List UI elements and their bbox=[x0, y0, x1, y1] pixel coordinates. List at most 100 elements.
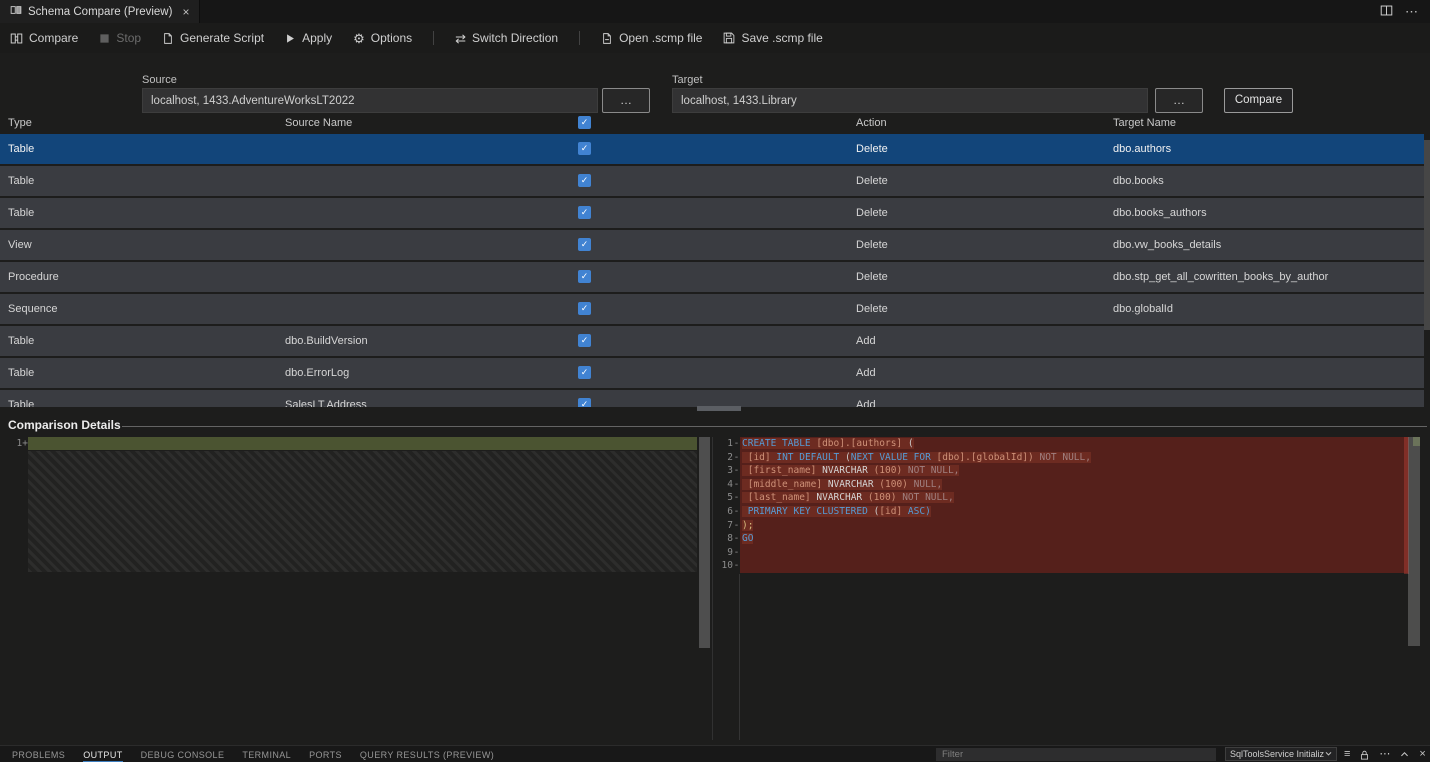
target-label: Target bbox=[672, 74, 703, 86]
close-panel-icon[interactable]: × bbox=[1419, 749, 1425, 760]
diff-code-line: 1-CREATE TABLE [dbo].[authors] ( bbox=[715, 437, 1408, 451]
scroll-lock-icon[interactable] bbox=[1359, 749, 1370, 761]
code-text: [last_name] NVARCHAR (100) NOT NULL, bbox=[740, 491, 1408, 505]
code-text: [id] INT DEFAULT (NEXT VALUE FOR [dbo].[… bbox=[740, 451, 1408, 465]
maximize-panel-icon[interactable] bbox=[1399, 749, 1410, 760]
schema-compare-icon bbox=[10, 4, 22, 19]
diff-left-scrollbar[interactable] bbox=[699, 437, 710, 648]
code-text: ); bbox=[740, 519, 1408, 533]
table-row[interactable]: TableDeletedbo.books✓ bbox=[0, 166, 1424, 196]
split-editor-icon[interactable] bbox=[1380, 4, 1393, 19]
tab-title: Schema Compare (Preview) bbox=[28, 6, 172, 18]
toolbar-button-label: Options bbox=[371, 31, 412, 45]
line-number: 5 bbox=[715, 491, 733, 505]
row-action: Delete bbox=[856, 230, 888, 260]
table-row[interactable]: ProcedureDeletedbo.stp_get_all_cowritten… bbox=[0, 262, 1424, 292]
row-type: Procedure bbox=[8, 262, 59, 292]
row-type: Table bbox=[8, 390, 34, 407]
target-browse-button[interactable]: … bbox=[1155, 88, 1203, 113]
row-target-name: dbo.globalId bbox=[1113, 294, 1173, 324]
row-type: Table bbox=[8, 326, 34, 356]
panel-more-actions-icon[interactable]: ⋯ bbox=[1379, 749, 1390, 760]
diff-right-scrollbar[interactable] bbox=[1408, 437, 1420, 646]
row-type: Table bbox=[8, 166, 34, 196]
bottom-panel-bar: PROBLEMS OUTPUT DEBUG CONSOLE TERMINAL PORTS… bbox=[0, 745, 1430, 762]
panel-tab-output[interactable]: OUTPUT bbox=[83, 746, 122, 762]
row-checkbox[interactable]: ✓ bbox=[578, 366, 591, 379]
row-checkbox[interactable]: ✓ bbox=[578, 398, 591, 407]
diff-added-line bbox=[28, 437, 697, 450]
compare-button[interactable]: Compare bbox=[1224, 88, 1293, 113]
source-browse-button[interactable]: … bbox=[602, 88, 650, 113]
panel-tab-debug-console[interactable]: DEBUG CONSOLE bbox=[141, 746, 225, 762]
line-number: 10 bbox=[715, 559, 733, 573]
table-row[interactable]: ViewDeletedbo.vw_books_details✓ bbox=[0, 230, 1424, 260]
row-checkbox[interactable]: ✓ bbox=[578, 238, 591, 251]
apply-button[interactable]: Apply bbox=[285, 31, 332, 45]
switch-direction-button[interactable]: ⇄Switch Direction bbox=[455, 31, 558, 45]
column-header-target-name: Target Name bbox=[1113, 117, 1176, 129]
panel-tab-problems[interactable]: PROBLEMS bbox=[12, 746, 65, 762]
save-scmp-button[interactable]: Save .scmp file bbox=[723, 31, 822, 45]
options-button[interactable]: ⚙Options bbox=[353, 31, 412, 45]
row-target-name: dbo.books_authors bbox=[1113, 198, 1207, 228]
generate-script-icon bbox=[162, 32, 174, 45]
code-text: CREATE TABLE [dbo].[authors] ( bbox=[740, 437, 1408, 451]
row-type: Table bbox=[8, 198, 34, 228]
diff-marker: - bbox=[733, 505, 740, 519]
table-row[interactable]: TableSalesLT.AddressAdd✓ bbox=[0, 390, 1424, 407]
table-row[interactable]: Tabledbo.BuildVersionAdd✓ bbox=[0, 326, 1424, 356]
grid-vertical-scrollbar[interactable] bbox=[1424, 140, 1430, 330]
close-tab-icon[interactable]: × bbox=[182, 6, 189, 18]
panel-tab-terminal[interactable]: TERMINAL bbox=[242, 746, 291, 762]
header-checkbox[interactable]: ✓ bbox=[578, 116, 591, 129]
line-number: 2 bbox=[715, 451, 733, 465]
target-input[interactable] bbox=[672, 88, 1148, 113]
row-checkbox[interactable]: ✓ bbox=[578, 206, 591, 219]
tab-schema-compare[interactable]: Schema Compare (Preview) × bbox=[0, 0, 200, 23]
diff-marker: - bbox=[733, 559, 740, 573]
row-checkbox[interactable]: ✓ bbox=[578, 302, 591, 315]
diff-marker: - bbox=[733, 491, 740, 505]
diff-code-line: 10- bbox=[715, 559, 1408, 573]
panel-tab-query-results-preview[interactable]: QUERY RESULTS (PREVIEW) bbox=[360, 746, 494, 762]
open-scmp-button[interactable]: Open .scmp file bbox=[601, 31, 702, 45]
output-filter-input[interactable] bbox=[936, 748, 1216, 761]
row-checkbox[interactable]: ✓ bbox=[578, 334, 591, 347]
line-number: 4 bbox=[715, 478, 733, 492]
stop-button: Stop bbox=[99, 31, 141, 45]
line-number: 3 bbox=[715, 464, 733, 478]
stop-icon bbox=[99, 33, 110, 44]
output-channel-select[interactable]: SqlToolsService Initializ bbox=[1225, 747, 1337, 761]
panel-tab-ports[interactable]: PORTS bbox=[309, 746, 342, 762]
toolbar-separator bbox=[433, 31, 434, 45]
row-action: Delete bbox=[856, 262, 888, 292]
diff-pane-sash[interactable] bbox=[712, 437, 713, 740]
clear-output-icon[interactable]: ≡ bbox=[1344, 749, 1350, 760]
row-action: Add bbox=[856, 358, 876, 388]
toolbar-button-label: Switch Direction bbox=[472, 31, 558, 45]
toolbar-button-label: Open .scmp file bbox=[619, 31, 702, 45]
diff-code-line: 8-GO bbox=[715, 532, 1408, 546]
table-row[interactable]: TableDeletedbo.authors✓ bbox=[0, 134, 1424, 164]
table-row[interactable]: Tabledbo.ErrorLogAdd✓ bbox=[0, 358, 1424, 388]
table-row[interactable]: SequenceDeletedbo.globalId✓ bbox=[0, 294, 1424, 324]
diff-code-line: 6- PRIMARY KEY CLUSTERED ([id] ASC) bbox=[715, 505, 1408, 519]
generate-script-button[interactable]: Generate Script bbox=[162, 31, 264, 45]
row-action: Delete bbox=[856, 134, 888, 164]
row-type: Sequence bbox=[8, 294, 58, 324]
editor-more-actions-icon[interactable]: ⋯ bbox=[1405, 5, 1418, 18]
line-number: 1 bbox=[715, 437, 733, 451]
line-number: 8 bbox=[715, 532, 733, 546]
source-input[interactable] bbox=[142, 88, 598, 113]
table-row[interactable]: TableDeletedbo.books_authors✓ bbox=[0, 198, 1424, 228]
diff-marker: - bbox=[733, 437, 740, 451]
row-checkbox[interactable]: ✓ bbox=[578, 270, 591, 283]
line-number: 7 bbox=[715, 519, 733, 533]
row-checkbox[interactable]: ✓ bbox=[578, 142, 591, 155]
row-checkbox[interactable]: ✓ bbox=[578, 174, 591, 187]
grid-horizontal-scrollbar[interactable] bbox=[697, 406, 741, 411]
toolbar-button-label: Compare bbox=[29, 31, 78, 45]
compare-button[interactable]: Compare bbox=[10, 31, 78, 45]
row-source-name: dbo.BuildVersion bbox=[285, 326, 368, 356]
